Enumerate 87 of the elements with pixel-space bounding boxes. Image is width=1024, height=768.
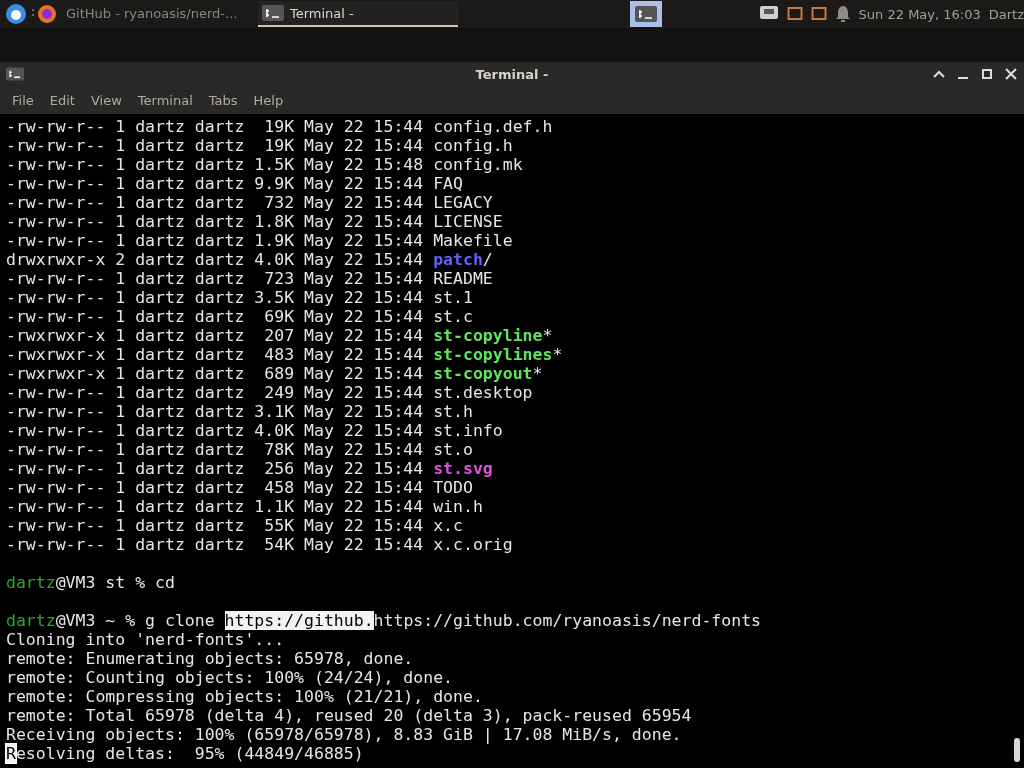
terminal-text: -rw-rw-r-- 1 dartz dartz 1.9K May 22 15:44 [6, 231, 425, 250]
terminal-text: st.desktop [433, 383, 533, 402]
shade-icon[interactable] [933, 70, 945, 78]
terminal-text: @VM3 ~ % g clone [55, 611, 216, 630]
terminal-text: LICENSE [433, 212, 503, 231]
terminal-text: remote: Counting objects: 100% (24/24), done. [6, 668, 454, 687]
terminal-text: * [552, 345, 563, 364]
prompt-user: dartz [6, 611, 56, 630]
menu-item[interactable]: Help [245, 88, 292, 112]
menu-item[interactable]: Edit [41, 88, 83, 112]
terminal-text: LEGACY [433, 193, 493, 212]
terminal-text: -rw-rw-r-- 1 dartz dartz 3.5K May 22 15:44 [6, 288, 425, 307]
terminal-text: -rw-rw-r-- 1 dartz dartz 732 May 22 15:44 [6, 193, 425, 212]
tray-icon[interactable] [786, 6, 803, 22]
menu-item[interactable]: Tabs [200, 88, 246, 112]
terminal-text: Cloning into 'nerd-fonts'... [6, 630, 285, 649]
executable-name: st-copyline [433, 326, 543, 345]
terminal-text: -rw-rw-r-- 1 dartz dartz 19K May 22 15:44 [6, 117, 425, 136]
terminal-text: -rw-rw-r-- 1 dartz dartz 1.1K May 22 15:44 [6, 497, 425, 516]
terminal-text: FAQ [433, 174, 463, 193]
terminal-text: -rw-rw-r-- 1 dartz dartz 69K May 22 15:44 [6, 307, 425, 326]
menu-item[interactable]: File [4, 88, 42, 112]
terminal-text: remote: Total 65978 (delta 4), reused 20 (delta 3), pack-reused 65954 [6, 706, 692, 725]
terminal-text: st.h [433, 402, 473, 421]
terminal-text: st.1 [433, 288, 473, 307]
terminal-text: * [542, 326, 553, 345]
cursor-text: R [6, 744, 16, 763]
terminal-text: st.info [433, 421, 503, 440]
terminal-text: TODO [433, 478, 473, 497]
terminal-text: -rwxrwxr-x 1 dartz dartz 207 May 22 15:44 [6, 326, 425, 345]
terminal-text: Receiving objects: 100% (65978/65978), 8.83 GiB | 17.08 MiB/s, done. [6, 725, 682, 744]
terminal-icon [635, 6, 657, 22]
selected-text: https://github. [224, 611, 374, 630]
bell-icon[interactable] [834, 5, 851, 23]
tray-icon[interactable] [810, 6, 827, 22]
close-icon[interactable] [1005, 68, 1017, 80]
prompt-user: dartz [6, 573, 56, 592]
terminal-text: remote: Enumerating objects: 65978, done. [6, 649, 414, 668]
user-name[interactable]: Dartz [988, 6, 1024, 22]
executable-name: st-copyout [433, 364, 533, 383]
window-title: Terminal - [474, 66, 550, 82]
terminal-text: st.o [433, 440, 473, 459]
terminal-text: -rw-rw-r-- 1 dartz dartz 54K May 22 15:44 [6, 535, 425, 554]
terminal-text: @VM3 st % cd [55, 573, 175, 592]
terminal-text: Makefile [433, 231, 513, 250]
browser-icon[interactable] [32, 4, 56, 24]
image-file-name: st.svg [433, 459, 493, 478]
taskbar-task[interactable]: GitHub - ryanoasis/nerd-... [62, 1, 252, 27]
terminal-text: -rw-rw-r-- 1 dartz dartz 78K May 22 15:44 [6, 440, 425, 459]
terminal-text: -rwxrwxr-x 1 dartz dartz 689 May 22 15:44 [6, 364, 425, 383]
menu-item[interactable]: Terminal [129, 88, 201, 112]
terminal-text: / [482, 250, 493, 269]
terminal-text: -rw-rw-r-- 1 dartz dartz 723 May 22 15:44 [6, 269, 425, 288]
terminal-text: st.c [433, 307, 473, 326]
app-menu-icon[interactable] [6, 4, 26, 24]
terminal-text: -rw-rw-r-- 1 dartz dartz 3.1K May 22 15:44 [6, 402, 425, 421]
terminal-text: -rw-rw-r-- 1 dartz dartz 256 May 22 15:44 [6, 459, 425, 478]
terminal-text: config.def.h [433, 117, 553, 136]
workspace-pager[interactable] [630, 1, 662, 27]
terminal-text: -rw-rw-r-- 1 dartz dartz 458 May 22 15:44 [6, 478, 425, 497]
taskbar-task[interactable]: Terminal - [258, 1, 458, 27]
terminal-text: -rw-rw-r-- 1 dartz dartz 4.0K May 22 15:44 [6, 421, 425, 440]
executable-name: st-copylines [433, 345, 553, 364]
terminal-text: config.mk [433, 155, 523, 174]
terminal-text: drwxrwxr-x 2 dartz dartz 4.0K May 22 15:44 [6, 250, 425, 269]
terminal-text: -rw-rw-r-- 1 dartz dartz 55K May 22 15:44 [6, 516, 425, 535]
clock[interactable]: Sun 22 May, 16:03 [858, 6, 981, 22]
terminal-icon [6, 67, 24, 81]
terminal-icon [262, 5, 284, 21]
terminal-text: -rw-rw-r-- 1 dartz dartz 1.8K May 22 15:44 [6, 212, 425, 231]
terminal-text: -rw-rw-r-- 1 dartz dartz 249 May 22 15:44 [6, 383, 425, 402]
terminal-text: https://github.com/ryanoasis/nerd-fonts [373, 611, 761, 630]
terminal-text: README [433, 269, 493, 288]
menu-item[interactable]: View [82, 88, 130, 112]
terminal-text: win.h [433, 497, 483, 516]
terminal-text: -rw-rw-r-- 1 dartz dartz 19K May 22 15:44 [6, 136, 425, 155]
terminal-text: remote: Compressing objects: 100% (21/21), done. [6, 687, 483, 706]
terminal-text: x.c [433, 516, 463, 535]
terminal-text: config.h [433, 136, 513, 155]
terminal-text: x.c.orig [433, 535, 513, 554]
terminal-text: -rw-rw-r-- 1 dartz dartz 9.9K May 22 15:44 [6, 174, 425, 193]
terminal-text: * [532, 364, 543, 383]
maximize-icon[interactable] [982, 69, 992, 79]
scrollbar-thumb[interactable] [1014, 738, 1020, 762]
terminal-text: -rw-rw-r-- 1 dartz dartz 1.5K May 22 15:48 [6, 155, 425, 174]
directory-name: patch [433, 250, 483, 269]
terminal-text: -rwxrwxr-x 1 dartz dartz 483 May 22 15:44 [6, 345, 425, 364]
